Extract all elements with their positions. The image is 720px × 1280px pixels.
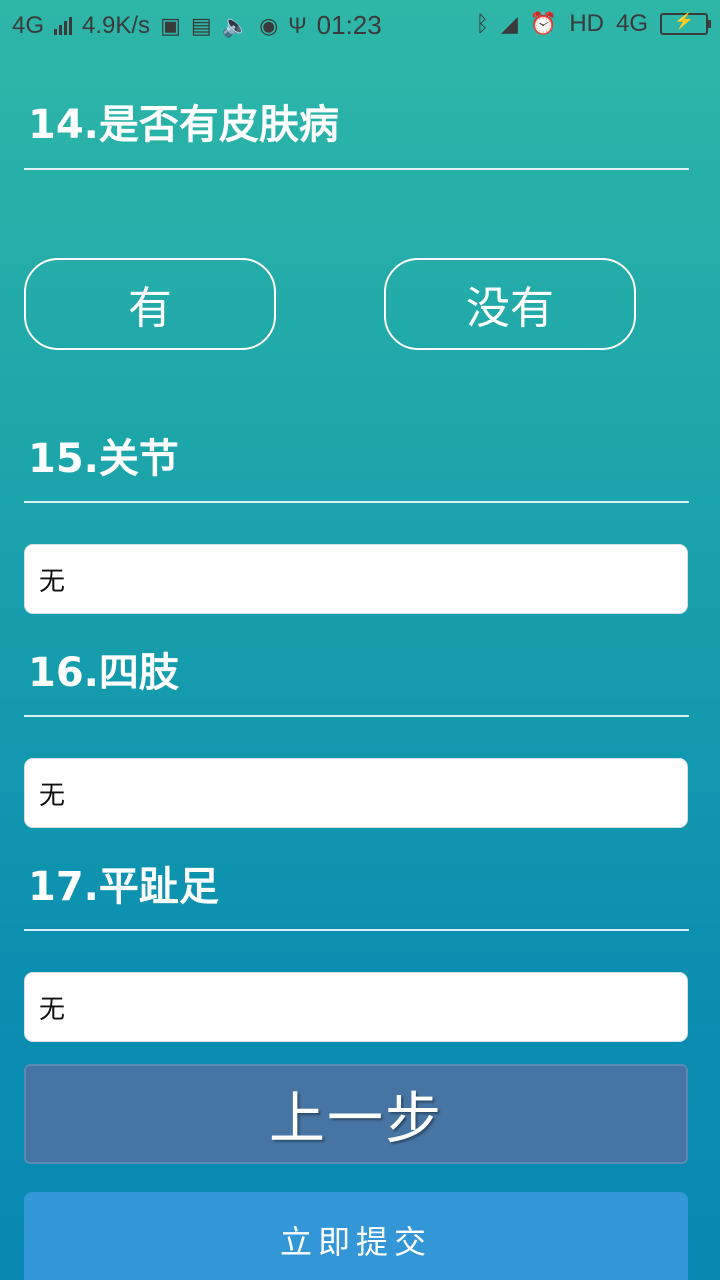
question-16-divider xyxy=(24,715,689,717)
choice-yes-button[interactable]: 有 xyxy=(24,258,276,350)
storage-notification-icon: ▤ xyxy=(190,12,212,38)
flat-foot-input[interactable]: 无 xyxy=(24,972,688,1042)
question-14-title: 14.是否有皮肤病 xyxy=(28,102,339,148)
question-17-divider xyxy=(24,929,689,931)
app-notification-icon: ▣ xyxy=(160,12,181,38)
network-label: 4G xyxy=(12,11,45,39)
submit-button[interactable]: 立即提交 xyxy=(24,1192,688,1280)
joint-input[interactable]: 无 xyxy=(24,544,688,614)
usb-icon: Ψ xyxy=(288,12,307,38)
network-speed: 4.9K/s xyxy=(82,11,151,39)
question-14-divider xyxy=(24,168,689,170)
status-left: 4G 4.9K/s ▣ ▤ 🔈 ◉ Ψ 01:23 xyxy=(12,10,382,41)
question-15-title: 15.关节 xyxy=(28,436,179,482)
network-right-label: 4G xyxy=(615,10,648,37)
limbs-input[interactable]: 无 xyxy=(24,758,688,828)
clock: 01:23 xyxy=(316,10,382,40)
question-15-divider xyxy=(24,501,689,503)
bluetooth-icon: ᛒ xyxy=(475,11,489,36)
status-right: ᛒ ◢ ⏰ HD 4G ⚡ xyxy=(475,10,711,38)
volume-icon: 🔈 xyxy=(221,12,250,38)
hd-label: HD xyxy=(569,10,604,37)
previous-step-button[interactable]: 上一步 xyxy=(24,1064,688,1164)
alarm-icon: ⏰ xyxy=(529,11,558,36)
status-bar: 4G 4.9K/s ▣ ▤ 🔈 ◉ Ψ 01:23 ᛒ ◢ ⏰ HD 4G ⚡ xyxy=(0,0,720,50)
question-16-title: 16.四肢 xyxy=(28,650,179,696)
question-17-title: 17.平趾足 xyxy=(28,864,219,910)
choice-no-button[interactable]: 没有 xyxy=(384,258,636,350)
mute-icon: ◢ xyxy=(500,11,518,36)
signal-icon xyxy=(54,16,73,35)
android-icon: ◉ xyxy=(259,12,279,38)
battery-icon: ⚡ xyxy=(660,13,711,35)
